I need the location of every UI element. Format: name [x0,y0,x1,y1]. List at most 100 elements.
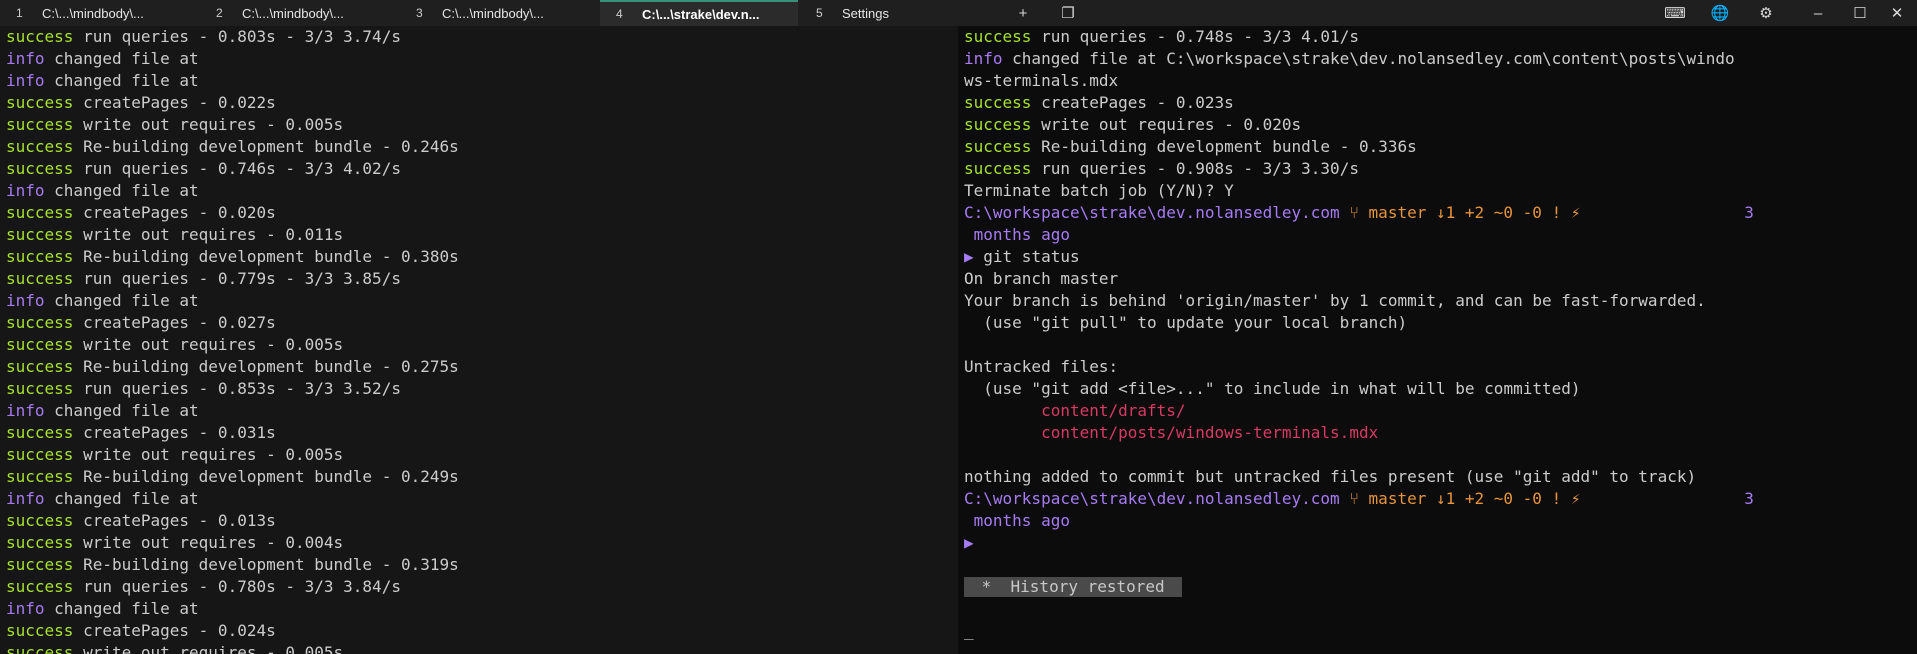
terminal-line: On branch master [958,268,1917,290]
tab-title: C:\...\mindbody\... [242,5,344,21]
terminal-text: info [6,599,45,618]
terminal-text: info [6,49,45,68]
tab-title: C:\...\mindbody\... [442,5,544,21]
terminal-text: content/posts/windows-terminals.mdx [964,423,1379,442]
terminal-text: success [6,335,74,354]
terminal-text: write out requires - 0.011s [73,225,344,244]
terminal-line: Your branch is behind 'origin/master' by… [958,290,1917,312]
terminal-text: ⑂ master ↓1 +2 ~0 -0 ! ⚡ [1339,489,1581,508]
terminal-text: createPages - 0.022s [73,93,276,112]
terminal-text: success [6,445,74,464]
terminal-text: success [6,621,74,640]
terminal-text: (use "git add <file>..." to include in w… [964,379,1581,398]
terminal-text: success [6,269,74,288]
terminal-text: success [964,27,1032,46]
minimize-icon[interactable]: – [1798,0,1838,26]
terminal-line: success write out requires - 0.005s [0,334,958,356]
terminal-line: success createPages - 0.024s [0,620,958,642]
terminal-line: success Re-building development bundle -… [958,136,1917,158]
terminal-text: 3 [1580,203,1754,222]
globe-icon[interactable]: 🌐 [1700,0,1740,26]
terminal-text: info [964,49,1003,68]
terminal-text: success [964,115,1032,134]
terminal-text: Re-building development bundle - 0.380s [73,247,459,266]
terminal-line: success createPages - 0.022s [0,92,958,114]
terminal-line: info changed file at [0,290,958,312]
terminal-text: Re-building development bundle - 0.336s [1031,137,1417,156]
tab-1[interactable]: 1 C:\...\mindbody\... [0,0,198,26]
duplicate-tab-icon[interactable]: ❐ [1048,0,1088,26]
terminal-pane-right[interactable]: success run queries - 0.748s - 3/3 4.01/… [958,26,1917,654]
terminal-line: C:\workspace\strake\dev.nolansedley.com … [958,488,1917,510]
terminal-text: changed file at [44,489,199,508]
terminal-text: changed file at [44,291,199,310]
terminal-text: write out requires - 0.005s [73,643,344,654]
tab-2[interactable]: 2 C:\...\mindbody\... [200,0,398,26]
terminal-text: write out requires - 0.020s [1031,115,1302,134]
terminal-text: _ [964,621,974,640]
tab-4[interactable]: 4 C:\...\strake\dev.n... [600,0,798,26]
terminal-text: months ago [964,511,1070,530]
terminal-text: success [964,137,1032,156]
terminal-text: info [6,181,45,200]
gear-icon[interactable]: ⚙ [1746,0,1786,26]
terminal-text: Re-building development bundle - 0.246s [73,137,459,156]
terminal-text: success [6,467,74,486]
terminal-text: success [6,93,74,112]
terminal-text: git status [973,247,1080,266]
terminal-text: success [6,225,74,244]
terminal-text: success [6,379,74,398]
tab-number: 4 [616,7,623,21]
terminal-line: success run queries - 0.853s - 3/3 3.52/… [0,378,958,400]
terminal-text: run queries - 0.780s - 3/3 3.84/s [73,577,401,596]
title-bar: 1 C:\...\mindbody\... 2 C:\...\mindbody\… [0,0,1917,26]
terminal-line: months ago [958,510,1917,532]
terminal-text: C:\workspace\strake\dev.nolansedley.com [964,203,1340,222]
terminal-line: success Re-building development bundle -… [0,246,958,268]
terminal-text: createPages - 0.013s [73,511,276,530]
terminal-text: ⑂ master ↓1 +2 ~0 -0 ! ⚡ [1339,203,1581,222]
terminal-text: success [6,511,74,530]
terminal-text: Your branch is behind 'origin/master' by… [964,291,1706,310]
terminal-line: info changed file at [0,400,958,422]
tab-5[interactable]: 5 Settings [800,0,998,26]
terminal-line: ws-terminals.mdx [958,70,1917,92]
terminal-text: success [6,115,74,134]
terminal-text: info [6,291,45,310]
terminal-line: success createPages - 0.020s [0,202,958,224]
terminal-line: ▶ [958,532,1917,554]
terminal-line: success write out requires - 0.020s [958,114,1917,136]
terminal-line: success run queries - 0.779s - 3/3 3.85/… [0,268,958,290]
terminal-text: success [6,533,74,552]
terminal-text: Untracked files: [964,357,1119,376]
terminal-text: success [6,577,74,596]
terminal-text: success [6,203,74,222]
terminal-line: success write out requires - 0.005s [0,114,958,136]
terminal-text: Re-building development bundle - 0.275s [73,357,459,376]
terminal-line: Terminate batch job (Y/N)? Y [958,180,1917,202]
terminal-line: (use "git pull" to update your local bra… [958,312,1917,334]
terminal-line: ▶ git status [958,246,1917,268]
terminal-text: Re-building development bundle - 0.319s [73,555,459,574]
close-icon[interactable]: ✕ [1877,0,1917,26]
terminal-line: (use "git add <file>..." to include in w… [958,378,1917,400]
terminal-line: success write out requires - 0.005s [0,642,958,654]
terminal-text: createPages - 0.023s [1031,93,1234,112]
terminal-text: success [6,357,74,376]
terminal-text: On branch master [964,269,1119,288]
tab-number: 2 [216,6,223,20]
new-tab-icon[interactable]: + [1003,0,1043,26]
keyboard-icon[interactable]: ⌨ [1655,0,1695,26]
terminal-line: success Re-building development bundle -… [0,554,958,576]
maximize-icon[interactable]: ☐ [1840,0,1880,26]
tab-3[interactable]: 3 C:\...\mindbody\... [400,0,598,26]
terminal-text: (use "git pull" to update your local bra… [964,313,1408,332]
terminal-line: Untracked files: [958,356,1917,378]
terminal-line: success write out requires - 0.011s [0,224,958,246]
terminal-line: info changed file at [0,180,958,202]
terminal-text: info [6,489,45,508]
terminal-pane-left[interactable]: success run queries - 0.803s - 3/3 3.74/… [0,26,958,654]
terminal-line: info changed file at [0,598,958,620]
